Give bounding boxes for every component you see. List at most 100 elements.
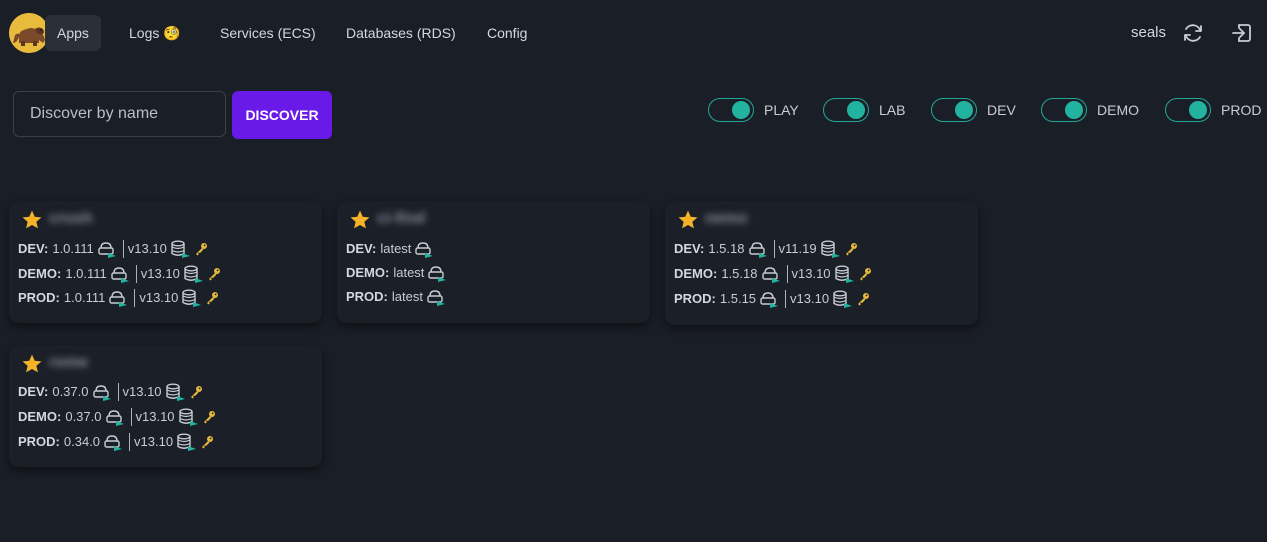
logout-icon[interactable] — [1230, 21, 1254, 45]
toggle-label: PLAY — [764, 102, 799, 118]
container-instance-icon — [760, 292, 779, 308]
container-instance-icon — [92, 385, 111, 401]
db-version: v13.10 — [134, 434, 174, 449]
nav-item-config[interactable]: Config — [475, 15, 539, 51]
divider — [130, 408, 132, 426]
database-icon — [177, 433, 197, 451]
favorite-star-icon[interactable] — [677, 209, 699, 231]
nav-item-logs[interactable]: Logs 🧐 — [117, 15, 193, 51]
database-icon — [833, 290, 853, 308]
toggle-knob — [847, 101, 865, 119]
env-label: PROD: — [346, 289, 388, 304]
refresh-icon[interactable] — [1181, 21, 1205, 45]
db-version: v13.10 — [127, 241, 167, 256]
divider — [134, 289, 136, 307]
app-name[interactable]: nemo — [705, 210, 748, 228]
key-icon[interactable] — [844, 242, 858, 256]
env-label: DEMO: — [674, 266, 718, 281]
app-version: 1.0.111 — [65, 266, 107, 281]
env-row: PROD: 1.5.15 v13.10 — [674, 288, 870, 310]
toggle-knob — [1189, 101, 1207, 119]
key-icon[interactable] — [189, 385, 203, 399]
container-instance-icon — [415, 242, 434, 258]
app-card[interactable]: ci-find DEV: latest DEMO: latest PROD: latest — [337, 201, 650, 323]
db-version: v13.10 — [135, 409, 175, 424]
database-icon — [171, 240, 190, 258]
key-icon[interactable] — [207, 267, 221, 281]
toggle-switch[interactable] — [823, 98, 869, 122]
bear-logo-icon[interactable] — [9, 13, 49, 53]
env-row: DEMO: 1.0.111 v13.10 — [18, 263, 221, 285]
divider — [785, 290, 787, 308]
toggle-label: LAB — [879, 102, 906, 118]
divider — [773, 240, 775, 258]
key-icon[interactable] — [858, 267, 872, 281]
env-row: DEMO: latest — [346, 262, 447, 284]
app-name[interactable]: rome — [49, 354, 88, 372]
env-label: DEMO: — [18, 266, 62, 281]
app-name[interactable]: crush — [49, 210, 93, 228]
toggle-switch[interactable] — [708, 98, 754, 122]
favorite-star-icon[interactable] — [21, 209, 43, 231]
app-version: latest — [393, 265, 425, 280]
env-label: DEV: — [18, 241, 49, 256]
env-label: PROD: — [18, 434, 60, 449]
app-version: 0.37.0 — [52, 384, 89, 399]
env-label: PROD: — [18, 290, 60, 305]
container-instance-icon — [748, 242, 767, 258]
env-row: DEMO: 1.5.18 v13.10 — [674, 263, 872, 285]
env-row: DEV: latest — [346, 238, 434, 260]
nav-item-apps[interactable]: Apps — [45, 15, 101, 51]
toggle-knob — [1065, 101, 1083, 119]
db-version: v13.10 — [791, 266, 831, 281]
app-version: 0.34.0 — [63, 434, 101, 449]
toggle-switch[interactable] — [1041, 98, 1087, 122]
env-row: DEV: 1.5.18 v11.19 — [674, 238, 858, 260]
favorite-star-icon[interactable] — [349, 209, 371, 231]
key-icon[interactable] — [205, 291, 219, 305]
toggle-switch[interactable] — [931, 98, 977, 122]
env-label: DEMO: — [346, 265, 390, 280]
env-row: DEV: 1.0.111 v13.10 — [18, 238, 208, 260]
key-icon[interactable] — [200, 435, 214, 449]
discover-search-input[interactable] — [13, 91, 226, 137]
app-name[interactable]: ci-find — [377, 210, 425, 228]
favorite-star-icon[interactable] — [21, 353, 43, 375]
app-card[interactable]: crush DEV: 1.0.111 v13.10 DEMO: 1.0.111 v13.10… — [9, 201, 322, 323]
discover-button[interactable]: DISCOVER — [232, 91, 332, 139]
db-version: v11.19 — [778, 241, 817, 256]
nav-item-databases[interactable]: Databases (RDS) — [334, 15, 468, 51]
database-icon — [834, 265, 854, 283]
db-version: v13.10 — [140, 266, 180, 281]
container-instance-icon — [98, 242, 116, 258]
divider — [129, 433, 131, 451]
app-card[interactable]: rome DEV: 0.37.0 v13.10 DEMO: 0.37.0 v13.10 PRO… — [9, 345, 322, 467]
container-instance-icon — [105, 410, 124, 426]
toggle-knob — [732, 101, 750, 119]
key-icon[interactable] — [856, 292, 870, 306]
app-version: 1.0.111 — [63, 290, 106, 305]
container-instance-icon — [109, 291, 128, 307]
key-icon[interactable] — [194, 242, 208, 256]
database-icon — [184, 265, 203, 283]
nav-item-services[interactable]: Services (ECS) — [208, 15, 328, 51]
env-row: PROD: 1.0.111 v13.10 — [18, 287, 219, 309]
container-instance-icon — [428, 266, 447, 282]
container-instance-icon — [104, 435, 123, 451]
app-version: latest — [380, 241, 412, 256]
toggle-switch[interactable] — [1165, 98, 1211, 122]
db-version: v13.10 — [122, 384, 162, 399]
env-label: DEV: — [674, 241, 705, 256]
app-card[interactable]: nemo DEV: 1.5.18 v11.19 DEMO: 1.5.18 v13.10 PRO… — [665, 201, 978, 325]
divider — [117, 383, 119, 401]
env-label: DEMO: — [18, 409, 62, 424]
env-row: PROD: 0.34.0 v13.10 — [18, 431, 214, 453]
container-instance-icon — [111, 267, 129, 283]
app-version: 1.5.18 — [708, 241, 745, 256]
env-row: PROD: latest — [346, 286, 446, 308]
divider — [786, 265, 788, 283]
key-icon[interactable] — [202, 410, 216, 424]
app-version: 0.37.0 — [65, 409, 102, 424]
env-row: DEV: 0.37.0 v13.10 — [18, 381, 203, 403]
toggle-label: DEMO — [1097, 102, 1139, 118]
